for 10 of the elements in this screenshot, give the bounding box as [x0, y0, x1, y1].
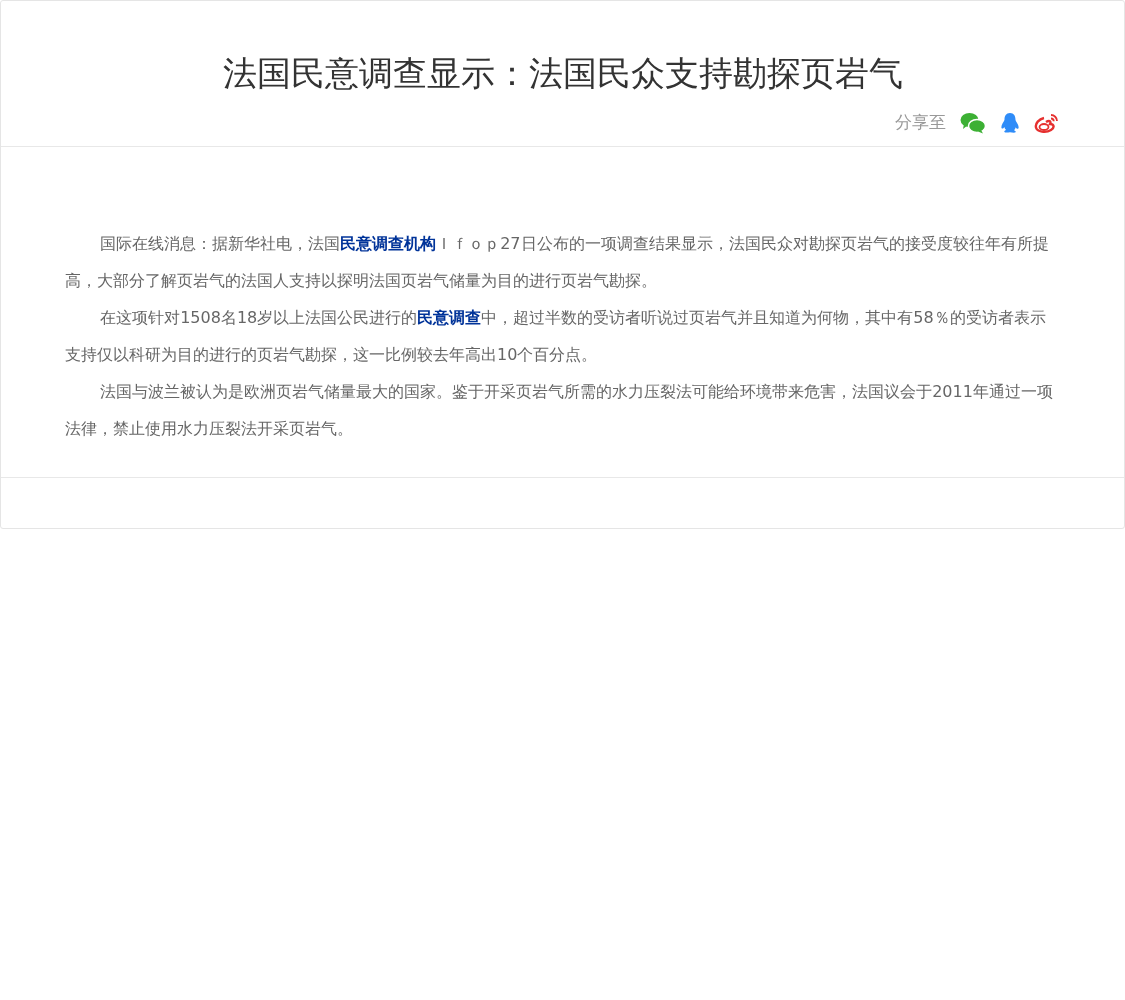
article-paragraph: 法国与波兰被认为是欧洲页岩气储量最大的国家。鉴于开采页岩气所需的水力压裂法可能给环境带来危害，法国议会于2011年通过一项法律，禁止使用水力压裂法开采页岩气。	[65, 381, 1054, 440]
share-label: 分享至	[895, 111, 946, 134]
swirl-logo-icon[interactable]	[1034, 111, 1060, 134]
penguin-icon[interactable]	[1000, 111, 1020, 134]
article-paragraph: 在这项针对1508名18岁以上法国公民进行的民意调查中，超过半数的受访者听说过页岩气并且知道为何物，其中有58％的受访者表示支持仅以科研为目的进行的页岩气勘探，这一比例较去年高出10个百分点。	[65, 307, 1047, 366]
chat-bubbles-icon[interactable]	[960, 111, 986, 134]
article-paragraph: 国际在线消息：据新华社电，法国民意调查机构 Ｉｆｏｐ27日公布的一项调查结果显示，法国民众对勘探页岩气的接受度较往年有所提高，大部分了解页岩气的法国人支持以探明法国页岩气储量为目的进行页岩气勘探。	[65, 233, 1050, 292]
article-link[interactable]: 民意调查机构	[340, 234, 437, 253]
article-title: 法国民意调查显示：法国民众支持勘探页岩气	[221, 52, 904, 95]
article-link[interactable]: 民意调查	[417, 308, 482, 327]
